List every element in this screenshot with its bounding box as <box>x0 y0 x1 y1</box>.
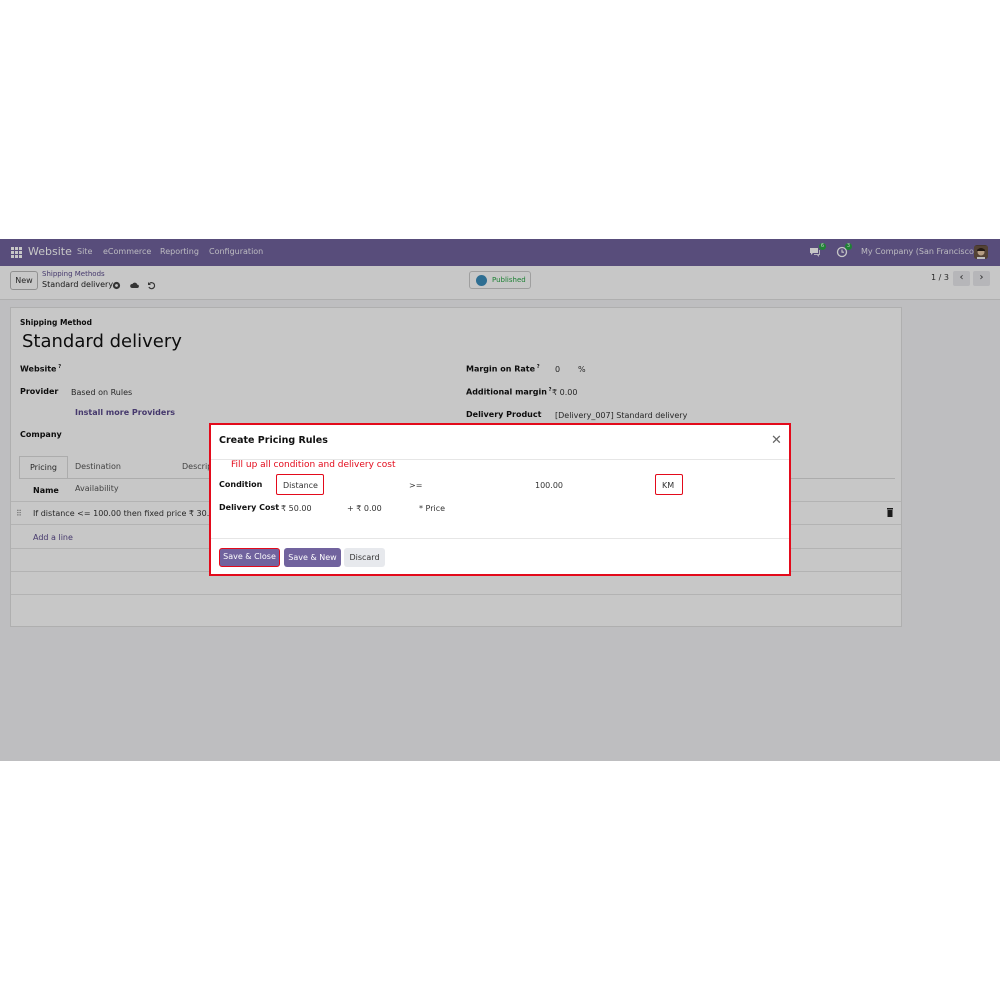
delivery-cost-label: Delivery Cost <box>219 503 280 512</box>
instruction-annotation: Fill up all condition and delivery cost <box>231 460 396 470</box>
dialog-footer-divider <box>211 538 789 539</box>
dialog-title: Create Pricing Rules <box>219 435 328 446</box>
condition-variable-select[interactable]: Distance <box>283 481 318 490</box>
save-close-button[interactable]: Save & Close <box>219 548 280 567</box>
close-icon[interactable]: ✕ <box>771 433 782 448</box>
discard-button[interactable]: Discard <box>344 548 385 567</box>
price-multiplier-select[interactable]: * Price <box>419 504 445 513</box>
create-pricing-rules-dialog: Create Pricing Rules ✕ Fill up all condi… <box>209 423 791 576</box>
condition-label: Condition <box>219 480 263 489</box>
list-base-price-input[interactable]: ₹ 50.00 <box>281 504 312 513</box>
save-new-button[interactable]: Save & New <box>284 548 341 567</box>
list-price-input[interactable]: + ₹ 0.00 <box>347 504 382 513</box>
condition-unit-select[interactable]: KM <box>662 481 674 490</box>
app-screenshot: Website Site eCommerce Reporting Configu… <box>0 239 1000 761</box>
condition-value-input[interactable]: 100.00 <box>535 481 563 490</box>
condition-operator-select[interactable]: >= <box>409 481 422 490</box>
